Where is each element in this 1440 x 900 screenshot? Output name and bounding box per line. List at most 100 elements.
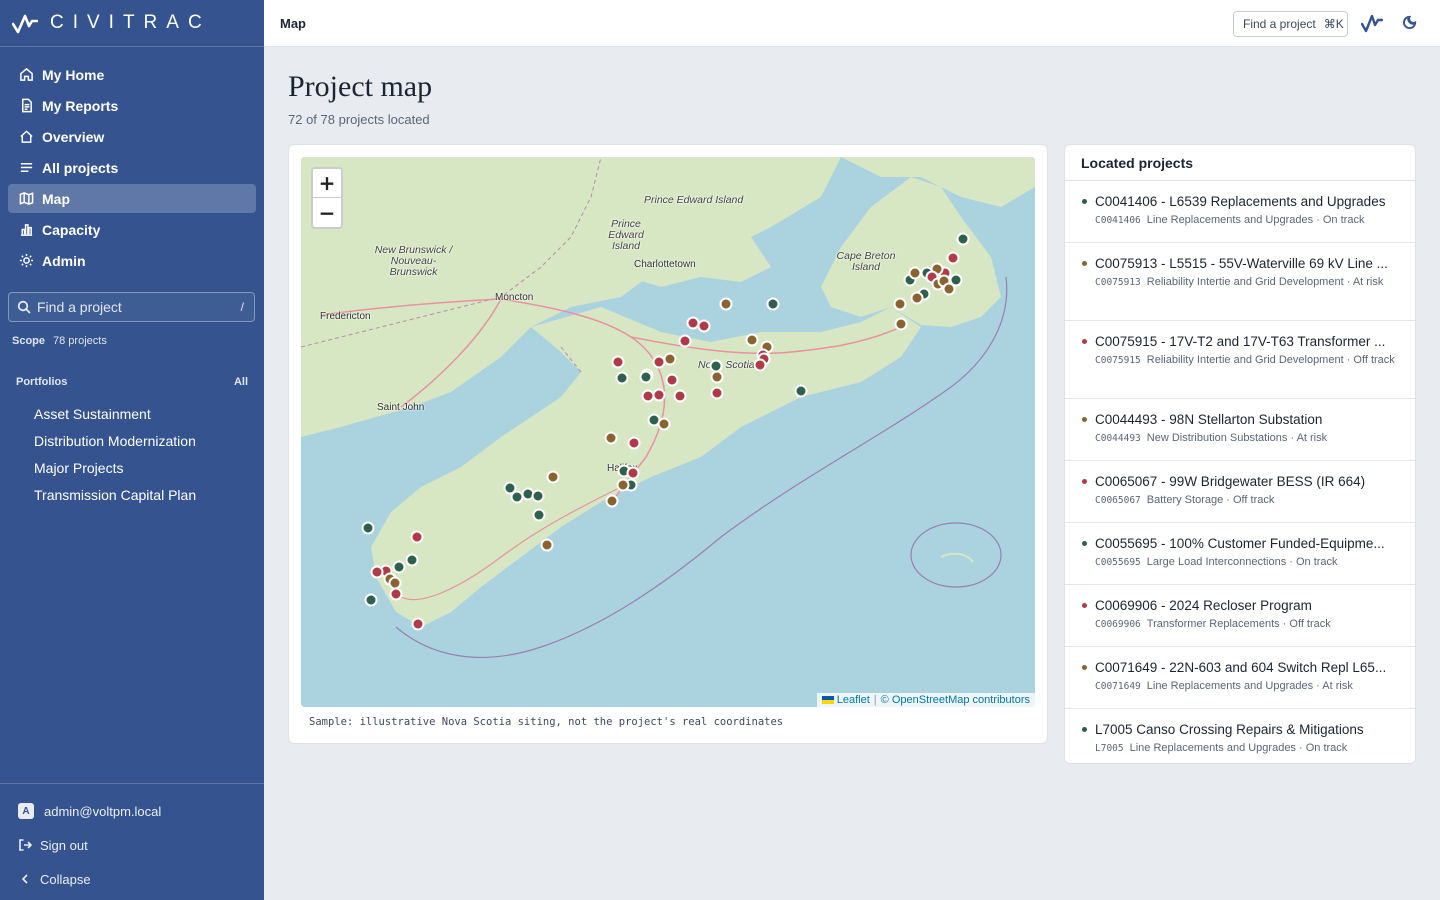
find-project-button[interactable]: Find a project ⌘K (1233, 11, 1348, 37)
project-marker[interactable] (641, 389, 655, 403)
brand[interactable]: CIVITRAC (0, 0, 264, 47)
project-code: C0069906 (1095, 619, 1141, 630)
topbar-title: Map (280, 15, 306, 31)
page-title: Project map (288, 70, 433, 103)
project-marker[interactable] (908, 266, 922, 280)
project-marker[interactable] (673, 389, 687, 403)
project-list-item[interactable]: C0069906 - 2024 Recloser Program C0069906… (1065, 585, 1415, 647)
project-marker[interactable] (531, 489, 545, 503)
project-marker[interactable] (710, 386, 724, 400)
project-marker[interactable] (678, 334, 692, 348)
project-marker[interactable] (956, 232, 970, 246)
project-marker[interactable] (894, 317, 908, 331)
project-marker[interactable] (510, 490, 524, 504)
portfolios-all-link[interactable]: All (234, 376, 248, 388)
project-marker[interactable] (604, 431, 618, 445)
project-list-item[interactable]: C0055695 - 100% Customer Funded-Equipme.… (1065, 523, 1415, 585)
project-list-item[interactable]: C0071649 - 22N-603 and 604 Switch Repl L… (1065, 647, 1415, 709)
sign-out-label: Sign out (40, 837, 88, 853)
portfolio-item[interactable]: Distribution Modernization (34, 427, 196, 454)
project-markers (361, 232, 970, 631)
project-marker[interactable] (946, 251, 960, 265)
project-list-item[interactable]: C0065067 - 99W Bridgewater BESS (IR 664)… (1065, 461, 1415, 523)
located-projects-panel: Located projects C0041406 - L6539 Replac… (1064, 144, 1416, 764)
sign-out-button[interactable]: Sign out (0, 828, 264, 862)
project-marker[interactable] (364, 593, 378, 607)
list-icon (18, 160, 34, 176)
project-marker[interactable] (719, 297, 733, 311)
project-marker[interactable] (766, 297, 780, 311)
project-marker[interactable] (652, 388, 666, 402)
project-marker[interactable] (611, 355, 625, 369)
project-marker[interactable] (389, 587, 403, 601)
project-marker[interactable] (388, 576, 402, 590)
zoom-in-button[interactable]: + (313, 169, 341, 198)
project-marker[interactable] (540, 538, 554, 552)
project-marker[interactable] (627, 436, 641, 450)
user-email: admin@voltpm.local (44, 803, 162, 819)
project-marker[interactable] (392, 560, 406, 574)
project-marker[interactable] (361, 521, 375, 535)
project-marker[interactable] (663, 352, 677, 366)
project-list-item[interactable]: C0044493 - 98N Stellarton Substation C004… (1065, 399, 1415, 461)
project-marker[interactable] (626, 466, 640, 480)
project-marker[interactable] (615, 371, 629, 385)
project-marker[interactable] (410, 530, 424, 544)
project-marker[interactable] (697, 319, 711, 333)
nav-label: Admin (42, 252, 86, 269)
project-marker[interactable] (942, 282, 956, 296)
moon-icon[interactable] (1403, 14, 1419, 30)
project-list-item[interactable]: C0075913 - L5515 - 55V-Waterville 69 kV … (1065, 243, 1415, 321)
project-marker[interactable] (652, 355, 666, 369)
project-list-item[interactable]: C0075915 - 17V-T2 and 17V-T63 Transforme… (1065, 321, 1415, 399)
project-marker[interactable] (794, 384, 808, 398)
project-marker[interactable] (710, 370, 724, 384)
project-status: At risk (1322, 680, 1353, 692)
collapse-button[interactable]: Collapse (0, 862, 264, 896)
leaflet-link[interactable]: Leaflet (837, 694, 870, 706)
project-marker[interactable] (686, 316, 700, 330)
nav-item-all-projects[interactable]: All projects (8, 153, 256, 182)
nav-item-my-reports[interactable]: My Reports (8, 91, 256, 120)
nav-item-my-home[interactable]: My Home (8, 60, 256, 89)
status-dot (1082, 339, 1087, 344)
portfolio-item[interactable]: Asset Sustainment (34, 400, 196, 427)
project-code: C0065067 (1095, 495, 1141, 506)
project-marker[interactable] (616, 478, 630, 492)
osm-link[interactable]: © OpenStreetMap contributors (881, 694, 1030, 706)
nav-item-overview[interactable]: Overview (8, 122, 256, 151)
project-marker[interactable] (411, 617, 425, 631)
portfolio-item[interactable]: Transmission Capital Plan (34, 481, 196, 508)
user-account[interactable]: A admin@voltpm.local (0, 794, 264, 828)
project-status: Off track (1232, 494, 1275, 506)
project-marker[interactable] (405, 553, 419, 567)
sidebar-search-input[interactable]: Find a project / (8, 292, 255, 322)
located-projects-list: C0041406 - L6539 Replacements and Upgrad… (1065, 181, 1415, 763)
project-marker[interactable] (893, 297, 907, 311)
status-dot (1082, 603, 1087, 608)
project-marker[interactable] (546, 470, 560, 484)
project-marker[interactable] (605, 494, 619, 508)
project-marker[interactable] (657, 417, 671, 431)
project-list-item[interactable]: L7005 Canso Crossing Repairs & Mitigatio… (1065, 709, 1415, 763)
project-status: On track (1305, 742, 1348, 754)
portfolios-header: Portfolios All (16, 376, 248, 388)
project-marker[interactable] (639, 370, 653, 384)
project-marker[interactable] (532, 508, 546, 522)
project-marker[interactable] (745, 333, 759, 347)
ukraine-flag-icon (821, 696, 834, 704)
project-map[interactable]: Prince Edward Island Prince Edward Islan… (301, 157, 1035, 707)
project-list-item[interactable]: C0041406 - L6539 Replacements and Upgrad… (1065, 181, 1415, 243)
project-marker[interactable] (910, 291, 924, 305)
project-marker[interactable] (370, 565, 384, 579)
civitrac-logo-icon[interactable] (1361, 13, 1383, 33)
project-marker[interactable] (665, 373, 679, 387)
project-marker[interactable] (753, 358, 767, 372)
portfolio-item[interactable]: Major Projects (34, 454, 196, 481)
zoom-out-button[interactable]: − (313, 198, 341, 227)
nav-item-capacity[interactable]: Capacity (8, 215, 256, 244)
nav-item-map[interactable]: Map (8, 184, 256, 213)
project-marker[interactable] (709, 359, 723, 373)
map-note: Sample: illustrative Nova Scotia siting,… (309, 716, 784, 728)
nav-item-admin[interactable]: Admin (8, 246, 256, 275)
